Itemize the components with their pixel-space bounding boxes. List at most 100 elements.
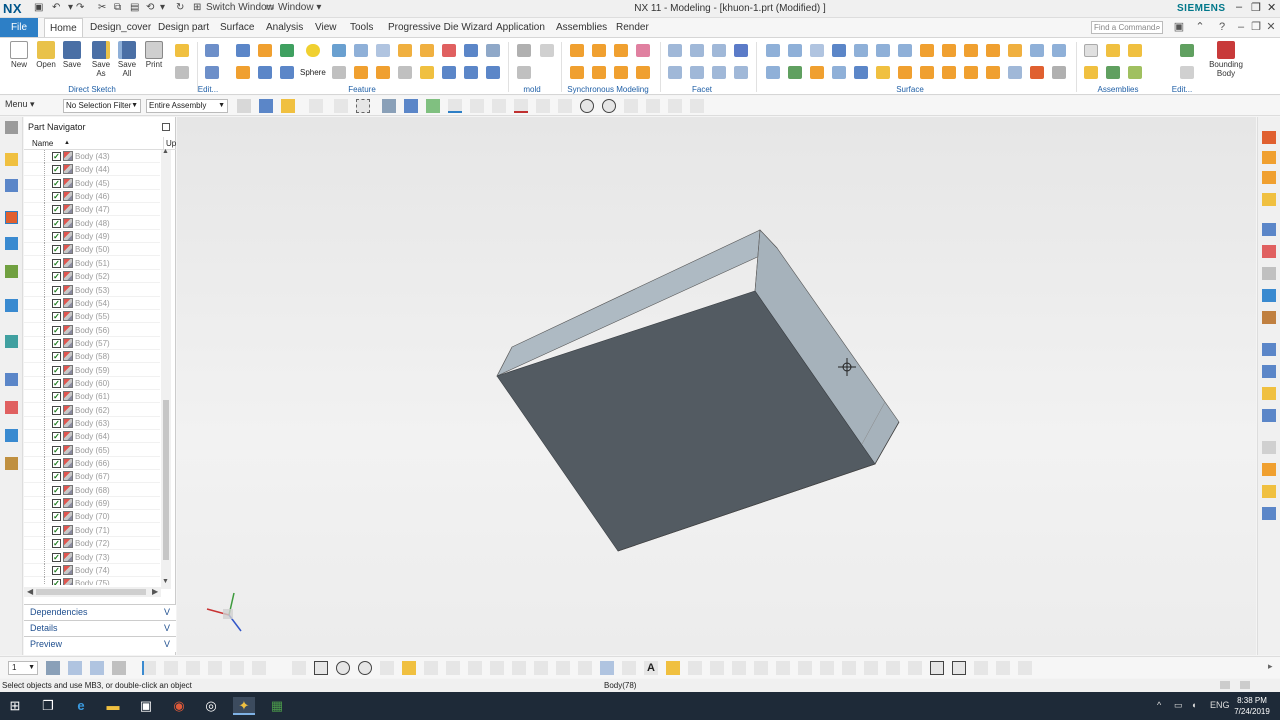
visibility-checkbox[interactable]: ✓: [52, 205, 61, 215]
offset-3d-icon[interactable]: [776, 661, 790, 675]
mold-split-icon[interactable]: [540, 44, 554, 57]
file-explorer-icon[interactable]: ▬: [104, 697, 122, 715]
window-menu-button[interactable]: Window ▾: [278, 2, 321, 13]
tab-application[interactable]: Application: [491, 18, 550, 37]
hide-icon[interactable]: [1262, 387, 1276, 400]
visibility-checkbox[interactable]: ✓: [52, 565, 61, 575]
curve-arc-icon[interactable]: [164, 661, 178, 675]
list-item[interactable]: ✓ Body (62): [24, 403, 160, 417]
list-item[interactable]: ✓ Body (59): [24, 363, 160, 377]
column-name[interactable]: Name: [32, 137, 53, 150]
hd3d-tools-icon[interactable]: [5, 265, 18, 278]
restore-icon[interactable]: ❐: [1251, 1, 1261, 14]
pull-face-icon[interactable]: [592, 44, 606, 57]
dependencies-panel[interactable]: Dependencies V: [24, 604, 176, 620]
scroll-down-icon[interactable]: ▼: [162, 578, 169, 585]
visibility-checkbox[interactable]: ✓: [52, 365, 61, 375]
list-item[interactable]: ✓ Body (49): [24, 230, 160, 244]
list-item[interactable]: ✓ Body (52): [24, 270, 160, 284]
trim-body-icon[interactable]: [464, 44, 478, 57]
maximize-icon[interactable]: [162, 123, 170, 131]
rotate-view-icon[interactable]: [334, 99, 348, 113]
helix-icon[interactable]: [578, 661, 592, 675]
replace-face-icon[interactable]: [636, 44, 650, 57]
save-all-button[interactable]: Save All: [114, 41, 140, 78]
enlarge-icon[interactable]: [964, 66, 978, 79]
resize-blend-icon[interactable]: [592, 66, 606, 79]
undo-dropdown-icon[interactable]: ▾: [68, 2, 73, 13]
layer-dropdown[interactable]: 1 ▼: [8, 661, 38, 675]
list-item[interactable]: ✓ Body (58): [24, 350, 160, 364]
system-materials-icon[interactable]: [5, 373, 18, 386]
windows-start-icon[interactable]: ⊞: [6, 697, 24, 715]
groove-icon[interactable]: [486, 66, 500, 79]
visibility-checkbox[interactable]: ✓: [52, 485, 61, 495]
layer-icon[interactable]: [1262, 441, 1276, 454]
open-button[interactable]: Open: [33, 41, 59, 69]
repeat-command-icon[interactable]: ⟲: [146, 2, 154, 13]
hole-icon[interactable]: [236, 66, 250, 79]
scroll-right-icon[interactable]: ▶: [152, 587, 158, 596]
edge-browser-icon[interactable]: e: [72, 697, 90, 715]
snap-endpoint-icon[interactable]: [448, 99, 462, 113]
visibility-checkbox[interactable]: ✓: [52, 245, 61, 255]
wrap-icon[interactable]: [600, 661, 614, 675]
scale-body-icon[interactable]: [398, 66, 412, 79]
tab-view[interactable]: View: [310, 18, 342, 37]
section-surface-icon[interactable]: [766, 66, 780, 79]
window-icon[interactable]: ▭: [265, 2, 274, 13]
add-component-icon[interactable]: [1084, 44, 1098, 57]
snap-control-point-icon[interactable]: [492, 99, 506, 113]
ruled-surface-icon[interactable]: [788, 44, 802, 57]
scale-curve-icon[interactable]: [842, 661, 856, 675]
close-icon[interactable]: ✕: [1267, 1, 1276, 14]
facet-fill-icon[interactable]: [712, 66, 726, 79]
visibility-checkbox[interactable]: ✓: [52, 312, 61, 322]
corner-icon[interactable]: [886, 661, 900, 675]
visibility-checkbox[interactable]: ✓: [52, 539, 61, 549]
polygon-icon[interactable]: [336, 661, 350, 675]
snap-quadrant-icon[interactable]: [580, 99, 594, 113]
list-item[interactable]: ✓ Body (54): [24, 296, 160, 310]
visibility-checkbox[interactable]: ✓: [52, 392, 61, 402]
measure-body-icon[interactable]: [1262, 171, 1276, 184]
hscroll-thumb[interactable]: [36, 589, 146, 595]
cut-icon[interactable]: ✂: [98, 2, 106, 13]
fillet-icon[interactable]: [402, 661, 416, 675]
frame-icon[interactable]: [1262, 267, 1276, 280]
list-item[interactable]: ✓ Body (43): [24, 150, 160, 163]
curve-line-icon[interactable]: [142, 661, 156, 675]
edit-curve-icon[interactable]: [952, 661, 966, 675]
surface-tools-icon[interactable]: [1052, 66, 1066, 79]
new-button[interactable]: New: [6, 41, 32, 69]
list-item[interactable]: ✓ Body (47): [24, 203, 160, 217]
list-item[interactable]: ✓ Body (66): [24, 457, 160, 471]
circle-icon[interactable]: [358, 661, 372, 675]
boss-icon[interactable]: [258, 44, 272, 57]
visibility-checkbox[interactable]: ✓: [52, 352, 61, 362]
face-blend-icon[interactable]: [788, 66, 802, 79]
intersection-curve-icon[interactable]: [688, 661, 702, 675]
help-icon[interactable]: ?: [1216, 21, 1228, 33]
command-finder-icon[interactable]: ▣: [1173, 21, 1185, 33]
list-item[interactable]: ✓ Body (51): [24, 256, 160, 270]
list-item[interactable]: ✓ Body (75): [24, 577, 160, 585]
system-scenes-icon[interactable]: [5, 457, 18, 470]
studio-surface-icon[interactable]: [810, 44, 824, 57]
sketch-right-icon[interactable]: [1262, 245, 1276, 258]
paste-icon[interactable]: ▤: [130, 2, 139, 13]
list-item[interactable]: ✓ Body (74): [24, 563, 160, 577]
facet-body-icon[interactable]: [734, 44, 748, 57]
snap-existing-point-icon[interactable]: [624, 99, 638, 113]
store-icon[interactable]: ▣: [137, 697, 155, 715]
bridge-curve-icon[interactable]: [556, 661, 570, 675]
fill-surface-icon[interactable]: [876, 44, 890, 57]
copy-icon[interactable]: ⧉: [114, 2, 121, 13]
copy-to-layer-icon[interactable]: [90, 661, 104, 675]
text-icon[interactable]: A: [644, 661, 658, 675]
list-item[interactable]: ✓ Body (55): [24, 310, 160, 324]
edit-object-icon[interactable]: [1180, 44, 1194, 57]
network-icon[interactable]: ▭: [1174, 700, 1183, 711]
list-item[interactable]: ✓ Body (50): [24, 243, 160, 257]
thicken-icon[interactable]: [376, 66, 390, 79]
